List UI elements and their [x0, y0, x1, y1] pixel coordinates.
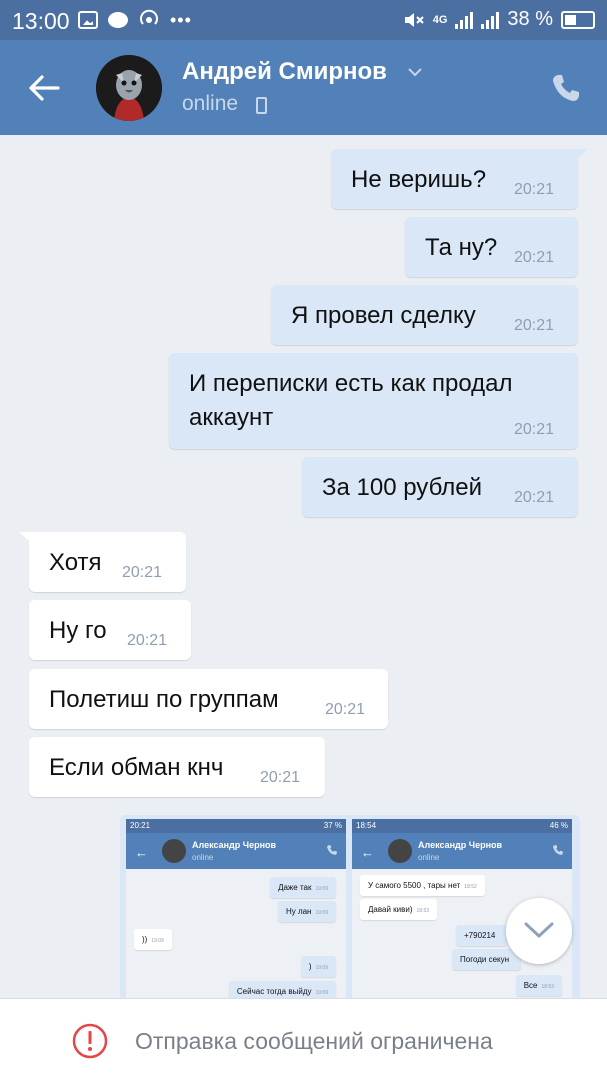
message-incoming[interactable]: Хотя 20:21 [19, 532, 186, 592]
message-text-line2: аккаунт [189, 404, 274, 431]
message-incoming[interactable]: Полетиш по группам 20:21 [29, 669, 388, 729]
battery-level: 38 % [507, 8, 553, 30]
message-incoming[interactable]: Ну го 20:21 [29, 600, 191, 660]
avatar [388, 839, 412, 863]
phone-icon [327, 845, 337, 855]
shot-status-bar: 20:21 37 % [126, 819, 346, 833]
message-outgoing[interactable]: За 100 рублей 20:21 [302, 457, 578, 517]
shot-message: Все 18:53 [515, 975, 562, 996]
message-text: Не веришь? [351, 166, 487, 193]
bubble-tail [19, 532, 35, 546]
message-outgoing[interactable]: Не веришь? 20:21 [331, 149, 588, 209]
shot-message: Давай киви) 18:53 [360, 899, 438, 920]
battery-icon [561, 10, 595, 29]
message-text: Хотя [49, 549, 102, 576]
scroll-down-button[interactable] [506, 898, 572, 964]
message-text: И переписки есть как продал [189, 370, 513, 397]
shot-message: Даже так 19:09 [270, 877, 336, 898]
shot-online-status: online [418, 853, 440, 862]
shot-message: ) 19:09 [300, 956, 336, 977]
contact-name[interactable]: Андрей Смирнов [182, 58, 387, 86]
shot-status-time: 20:21 [130, 821, 151, 830]
signal-icon [455, 11, 474, 29]
chat-header: Андрей Смирнов online [0, 40, 607, 135]
restriction-text: Отправка сообщений ограничена [135, 1028, 493, 1054]
avatar [162, 839, 186, 863]
message-time: 20:21 [127, 632, 168, 649]
message-time: 20:21 [514, 421, 555, 438]
chat-icon [108, 12, 128, 28]
message-outgoing[interactable]: Я провел сделку 20:21 [271, 285, 578, 345]
hotspot-icon [140, 9, 158, 25]
shot-header: ← Александр Чернов online [352, 833, 572, 869]
chevron-down-icon [524, 922, 554, 938]
shot-message: У самого 5500 , тары нет 18:52 [360, 875, 485, 896]
network-type: 4G [432, 13, 448, 26]
message-outgoing[interactable]: Та ну? 20:21 [405, 217, 578, 277]
restriction-bar: Отправка сообщений ограничена [0, 998, 607, 1080]
shot-status-time: 18:54 [356, 821, 377, 830]
avatar-image [96, 55, 162, 121]
message-time: 20:21 [514, 489, 555, 506]
status-time: 13:00 [12, 8, 70, 34]
message-time: 20:21 [325, 701, 366, 718]
system-icons: 4G 38 % [403, 8, 595, 31]
shot-header: ← Александр Чернов online [126, 833, 346, 869]
message-outgoing[interactable]: И переписки есть как продал аккаунт 20:2… [169, 353, 578, 449]
message-text: Если обман кнч [49, 754, 224, 781]
shot-message: +790214 [456, 925, 508, 946]
message-text: Я провел сделку [291, 302, 476, 329]
image-attachment[interactable]: 20:21 37 % ← Александр Чернов online Даж… [120, 815, 580, 1000]
warning-icon [72, 1023, 108, 1059]
signal-icon-2 [481, 11, 500, 29]
mobile-icon [256, 97, 267, 114]
message-incoming[interactable]: Если обман кнч 20:21 [29, 737, 325, 797]
more-dots-icon: ••• [170, 9, 192, 30]
message-time: 20:21 [260, 769, 301, 786]
message-text: Ну го [49, 617, 107, 644]
phone-icon[interactable] [550, 72, 582, 104]
shot-contact-name: Александр Чернов [418, 840, 503, 850]
shot-battery: 46 % [549, 821, 568, 830]
shot-status-bar: 18:54 46 % [352, 819, 572, 833]
chevron-down-icon[interactable] [407, 64, 423, 80]
notification-icons: ••• [78, 9, 192, 31]
message-text: За 100 рублей [322, 474, 482, 501]
mute-icon [404, 12, 424, 27]
message-text: Та ну? [425, 234, 498, 261]
phone-icon [553, 845, 563, 855]
shot-battery: 37 % [323, 821, 342, 830]
back-arrow-icon: ← [361, 845, 374, 860]
shot-message: )) 19:09 [134, 929, 172, 950]
shot-message: Ну лан 19:09 [277, 901, 336, 922]
bubble-tail [572, 149, 588, 163]
message-time: 20:21 [514, 249, 555, 266]
message-text: Полетиш по группам [49, 686, 279, 713]
shot-contact-name: Александр Чернов [192, 840, 277, 850]
shot-online-status: online [192, 853, 214, 862]
gallery-icon [78, 11, 98, 29]
back-arrow-icon[interactable] [26, 70, 62, 106]
screenshot-left[interactable]: 20:21 37 % ← Александр Чернов online Даж… [126, 819, 346, 1000]
status-bar: 13:00 ••• 4G 38 % [0, 0, 607, 40]
back-arrow-icon: ← [135, 845, 148, 860]
message-time: 20:21 [514, 181, 555, 198]
message-time: 20:21 [122, 564, 163, 581]
avatar[interactable] [96, 55, 162, 121]
message-time: 20:21 [514, 317, 555, 334]
shot-message: Погоди секун [452, 949, 522, 970]
online-status: online [182, 92, 239, 115]
